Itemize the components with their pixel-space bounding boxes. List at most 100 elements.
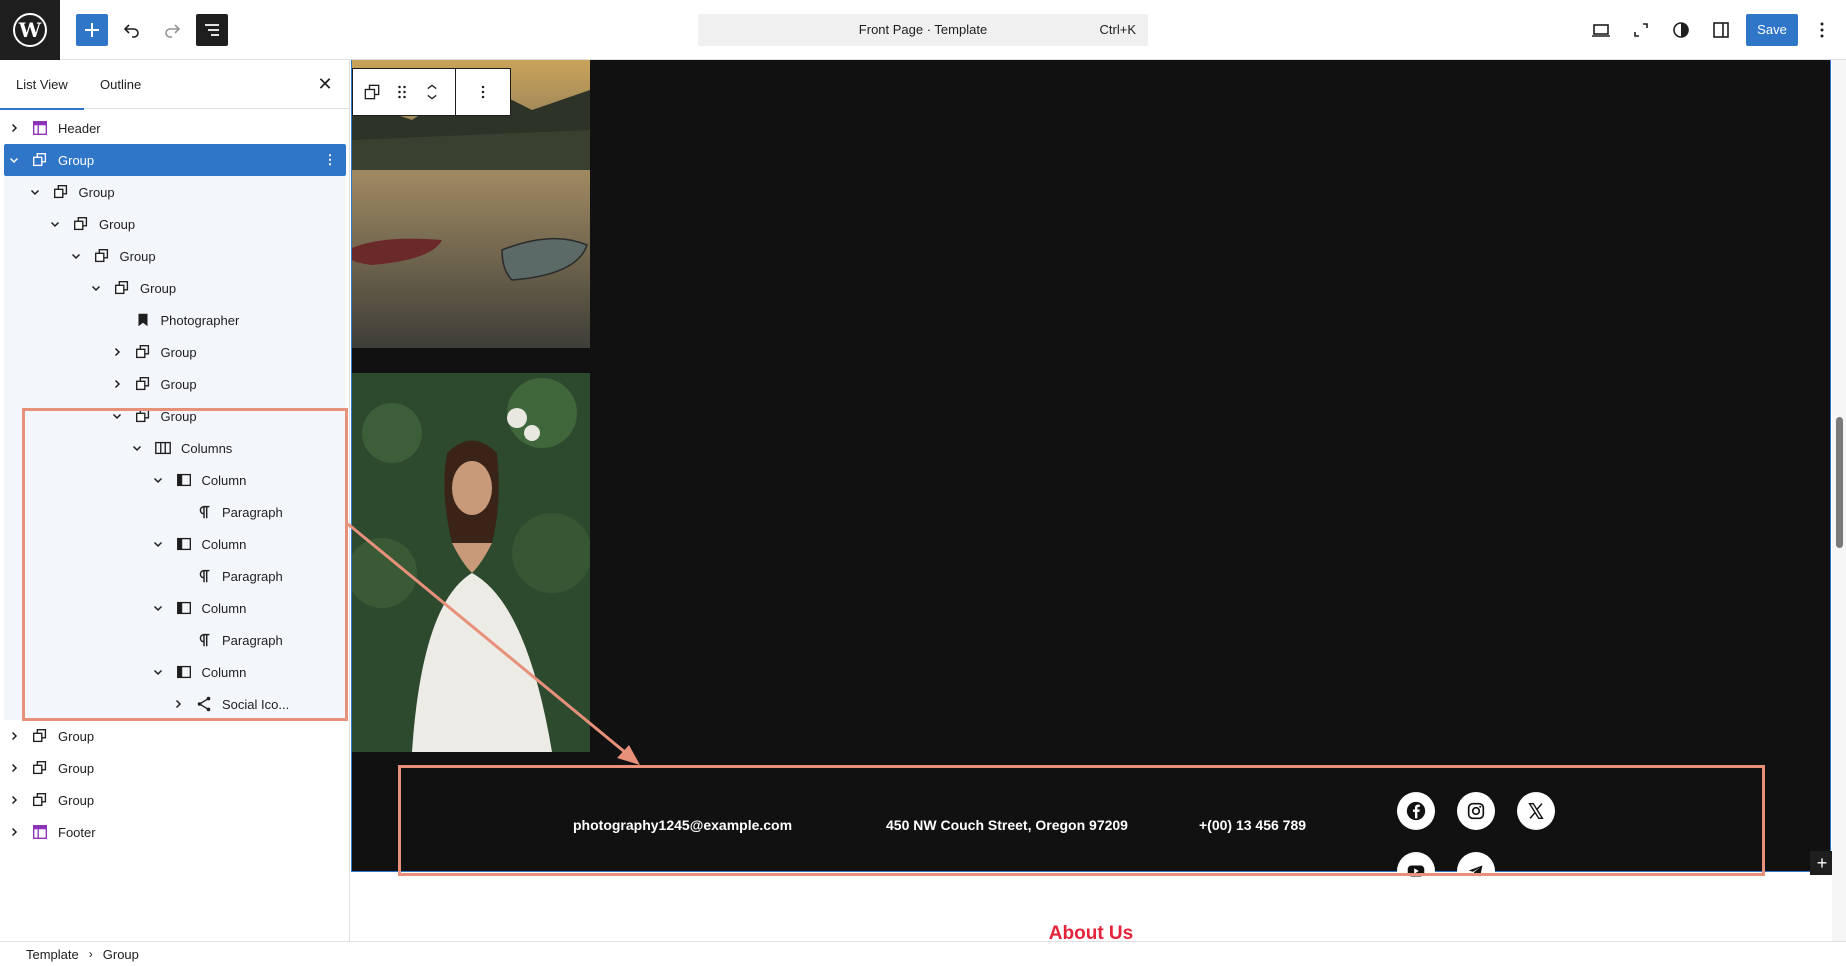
chevron-right-icon[interactable]: [109, 376, 125, 392]
list-view-row-group[interactable]: Group: [4, 272, 346, 304]
breadcrumb-item-group[interactable]: Group: [103, 947, 139, 962]
list-view-row-footer[interactable]: Footer: [4, 816, 346, 848]
options-button[interactable]: [1806, 14, 1838, 46]
list-view-row-group[interactable]: Group ⋮: [4, 144, 346, 176]
youtube-link[interactable]: [1397, 852, 1435, 890]
chevron-right-icon[interactable]: [6, 728, 22, 744]
list-view-row-label: Group: [58, 152, 95, 168]
chevron-down-icon[interactable]: [109, 408, 125, 424]
group-icon: [133, 374, 153, 394]
tab-outline[interactable]: Outline: [84, 60, 157, 109]
chevron-right-icon[interactable]: [109, 344, 125, 360]
list-view-row-label: Columns: [181, 440, 233, 456]
more-vertical-icon: [1820, 22, 1824, 38]
template-part-icon: [30, 118, 50, 138]
list-view-row-label: Group: [119, 248, 156, 264]
row-options-icon[interactable]: ⋮: [322, 152, 338, 168]
list-view-row-label: Column: [201, 664, 247, 680]
list-view-row-photographer[interactable]: Photographer: [4, 304, 346, 336]
chevron-down-icon[interactable]: [47, 216, 63, 232]
group-icon: [133, 342, 153, 362]
list-view-row-group[interactable]: Group: [4, 784, 346, 816]
scrollbar-thumb[interactable]: [1836, 417, 1843, 548]
list-view-row-paragraph[interactable]: Paragraph: [4, 560, 346, 592]
list-view-row-header[interactable]: Header: [4, 112, 346, 144]
chevron-down-icon[interactable]: [150, 664, 166, 680]
group-icon: [71, 214, 91, 234]
facebook-link[interactable]: [1397, 792, 1435, 830]
chevron-right-icon[interactable]: [170, 696, 186, 712]
list-view-row-group[interactable]: Group: [4, 176, 346, 208]
chevron-right-icon[interactable]: [6, 824, 22, 840]
chevron-right-icon[interactable]: [6, 792, 22, 808]
canvas-scrollbar[interactable]: [1832, 60, 1846, 941]
address-paragraph[interactable]: 450 NW Couch Street, Oregon 97209: [886, 817, 1128, 833]
paragraph-icon: [194, 502, 214, 522]
chevron-down-icon[interactable]: [68, 248, 84, 264]
undo-button[interactable]: [116, 14, 148, 46]
device-preview-button[interactable]: [1585, 14, 1617, 46]
chevron-down-icon[interactable]: [129, 440, 145, 456]
styles-button[interactable]: [1665, 14, 1697, 46]
group-icon: [92, 246, 112, 266]
list-view-row-group[interactable]: Group: [4, 368, 346, 400]
block-options-button[interactable]: [468, 69, 498, 115]
list-view-row-paragraph[interactable]: Paragraph: [4, 624, 346, 656]
breadcrumb-item-template[interactable]: Template: [26, 947, 79, 962]
block-inserter-button[interactable]: [76, 14, 108, 46]
bride-portrait-image[interactable]: [352, 373, 590, 752]
list-view-row-label: Group: [78, 184, 115, 200]
list-view-row-group[interactable]: Group: [4, 336, 346, 368]
list-view-row-paragraph[interactable]: Paragraph: [4, 496, 346, 528]
add-block-button[interactable]: +: [1810, 851, 1834, 875]
chevron-right-icon[interactable]: [6, 120, 22, 136]
selected-group-block[interactable]: photography1245@example.com 450 NW Couch…: [351, 60, 1832, 890]
more-vertical-icon: [481, 85, 485, 99]
chevron-down-icon[interactable]: [88, 280, 104, 296]
chevron-down-icon[interactable]: [150, 472, 166, 488]
x-link[interactable]: [1517, 792, 1555, 830]
close-icon[interactable]: ✕: [315, 74, 335, 94]
wordpress-logo-button[interactable]: W: [0, 0, 60, 60]
drag-handle[interactable]: [387, 69, 417, 115]
list-view-row-social-ico[interactable]: Social Ico...: [4, 688, 346, 720]
fullscreen-button[interactable]: [1625, 14, 1657, 46]
phone-paragraph[interactable]: +(00) 13 456 789: [1199, 817, 1306, 833]
chevron-down-icon[interactable]: [27, 184, 43, 200]
list-view-row-columns[interactable]: Columns: [4, 432, 346, 464]
document-overview-button[interactable]: [196, 14, 228, 46]
chevron-down-icon[interactable]: [6, 152, 22, 168]
list-view-row-column[interactable]: Column: [4, 592, 346, 624]
redo-button[interactable]: [156, 14, 188, 46]
column-icon: [174, 470, 194, 490]
list-view-row-label: Group: [160, 376, 197, 392]
list-view-row-column[interactable]: Column: [4, 528, 346, 560]
list-view-row-label: Photographer: [160, 312, 240, 328]
list-view-row-group[interactable]: Group: [4, 400, 346, 432]
list-view-row-column[interactable]: Column: [4, 464, 346, 496]
group-icon: [133, 406, 153, 426]
settings-sidebar-button[interactable]: [1705, 14, 1737, 46]
move-up-down-buttons[interactable]: [417, 69, 447, 115]
chevron-right-icon[interactable]: [6, 760, 22, 776]
block-type-button[interactable]: [357, 69, 387, 115]
list-view-row-group[interactable]: Group: [4, 752, 346, 784]
list-view-row-label: Group: [160, 344, 197, 360]
chevron-down-icon[interactable]: [150, 536, 166, 552]
command-palette-bar[interactable]: Front Page · Template Ctrl+K: [698, 14, 1148, 46]
contact-columns-block[interactable]: photography1245@example.com 450 NW Couch…: [352, 770, 1832, 890]
list-view-row-label: Footer: [58, 824, 96, 840]
email-paragraph[interactable]: photography1245@example.com: [573, 817, 792, 833]
group-icon: [112, 278, 132, 298]
list-view-row-group[interactable]: Group: [4, 720, 346, 752]
instagram-link[interactable]: [1457, 792, 1495, 830]
chevron-down-icon[interactable]: [150, 600, 166, 616]
tab-list-view[interactable]: List View: [0, 60, 84, 110]
telegram-link[interactable]: [1457, 852, 1495, 890]
list-view-row-column[interactable]: Column: [4, 656, 346, 688]
list-view-row-group[interactable]: Group: [4, 240, 346, 272]
list-view-row-group[interactable]: Group: [4, 208, 346, 240]
save-button[interactable]: Save: [1746, 14, 1798, 46]
about-us-heading[interactable]: About Us: [351, 923, 1831, 941]
